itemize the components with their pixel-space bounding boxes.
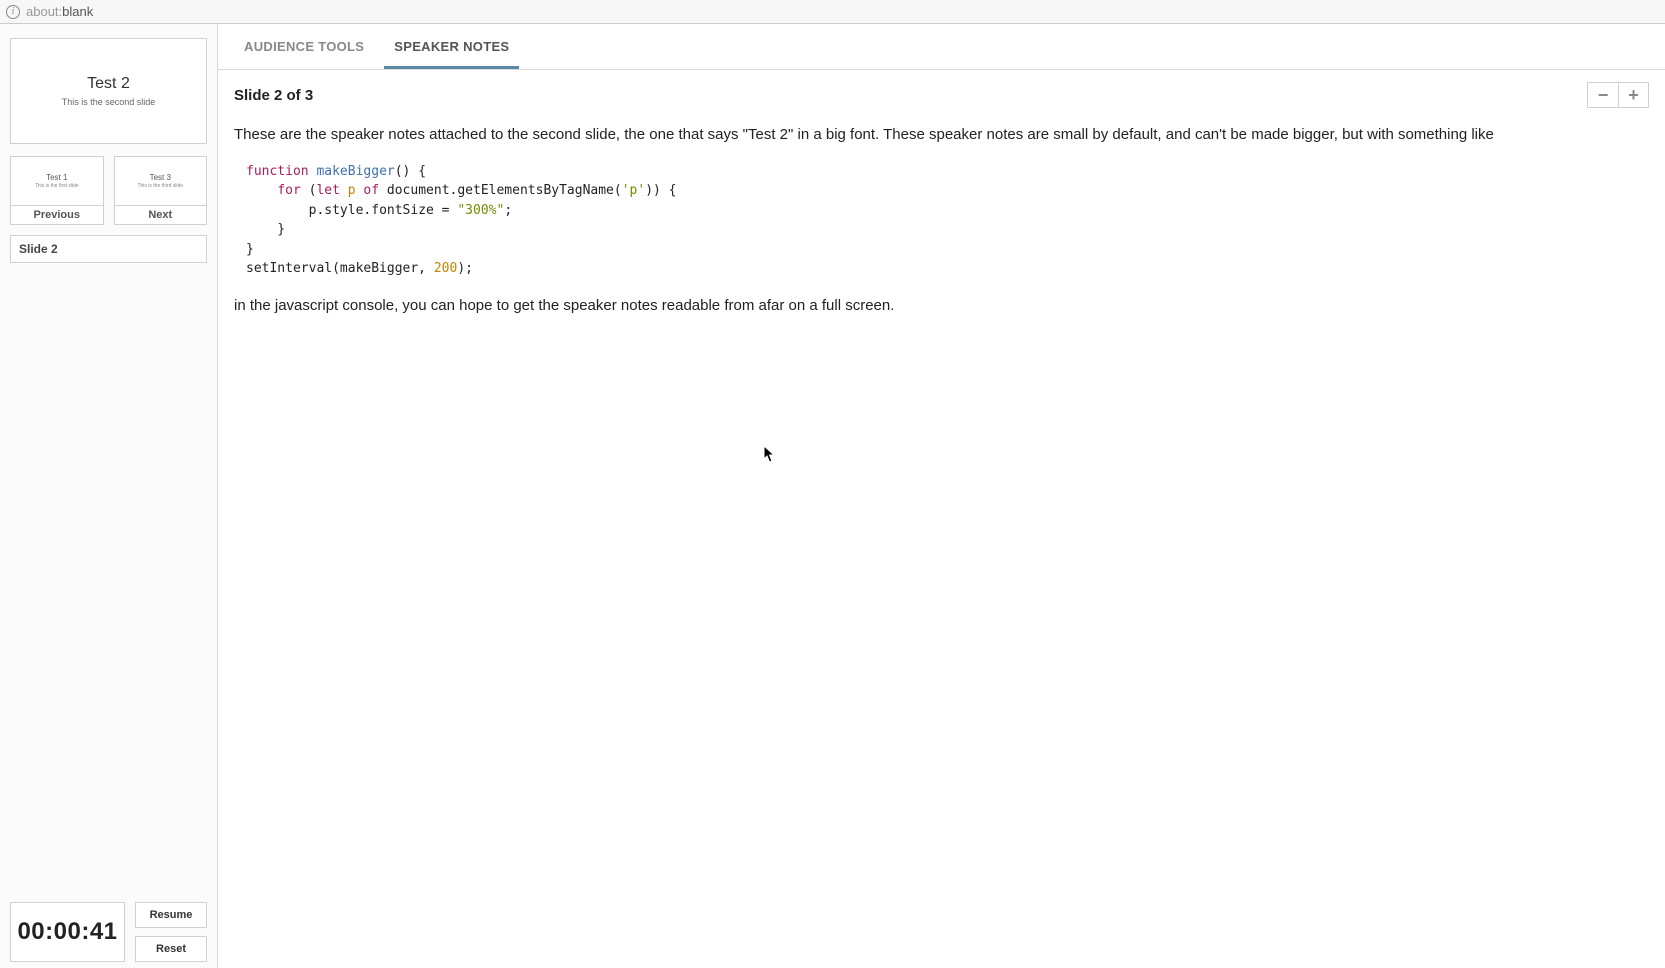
zoom-in-button[interactable]: + — [1618, 83, 1648, 107]
slide-select[interactable]: Slide 2 — [10, 235, 207, 263]
speaker-notes-body: These are the speaker notes attached to … — [218, 112, 1665, 335]
url-text: about:blank — [26, 4, 93, 19]
previous-slide-card[interactable]: Test 1 This is the first slide Previous — [10, 156, 104, 225]
reset-button[interactable]: Reset — [135, 936, 207, 962]
current-slide-preview[interactable]: Test 2 This is the second slide — [10, 38, 207, 144]
previous-button[interactable]: Previous — [11, 205, 103, 224]
prev-thumb: Test 1 This is the first slide — [11, 157, 103, 205]
tab-speaker-notes[interactable]: SPEAKER NOTES — [384, 25, 519, 69]
info-icon: i — [6, 5, 20, 19]
current-slide-subtitle: This is the second slide — [62, 97, 156, 107]
code-block: function makeBigger() { for (let p of do… — [234, 158, 1649, 283]
slide-counter: Slide 2 of 3 — [234, 87, 313, 104]
sidebar: Test 2 This is the second slide Test 1 T… — [0, 24, 218, 968]
current-slide-title: Test 2 — [87, 75, 130, 93]
next-button[interactable]: Next — [115, 205, 207, 224]
tab-audience-tools[interactable]: AUDIENCE TOOLS — [234, 25, 374, 69]
zoom-out-button[interactable]: − — [1588, 83, 1618, 107]
timer-row: 00:00:41 Resume Reset — [10, 902, 207, 962]
notes-paragraph-2: in the javascript console, you can hope … — [234, 295, 1649, 317]
timer-display: 00:00:41 — [10, 902, 125, 962]
main-panel: AUDIENCE TOOLS SPEAKER NOTES Slide 2 of … — [218, 24, 1665, 968]
notes-paragraph-1: These are the speaker notes attached to … — [234, 124, 1649, 146]
browser-address-bar[interactable]: i about:blank — [0, 0, 1665, 24]
zoom-controls: − + — [1587, 82, 1649, 108]
resume-button[interactable]: Resume — [135, 902, 207, 928]
next-thumb: Test 3 This is the third slide — [115, 157, 207, 205]
tabs: AUDIENCE TOOLS SPEAKER NOTES — [218, 24, 1665, 70]
next-slide-card[interactable]: Test 3 This is the third slide Next — [114, 156, 208, 225]
